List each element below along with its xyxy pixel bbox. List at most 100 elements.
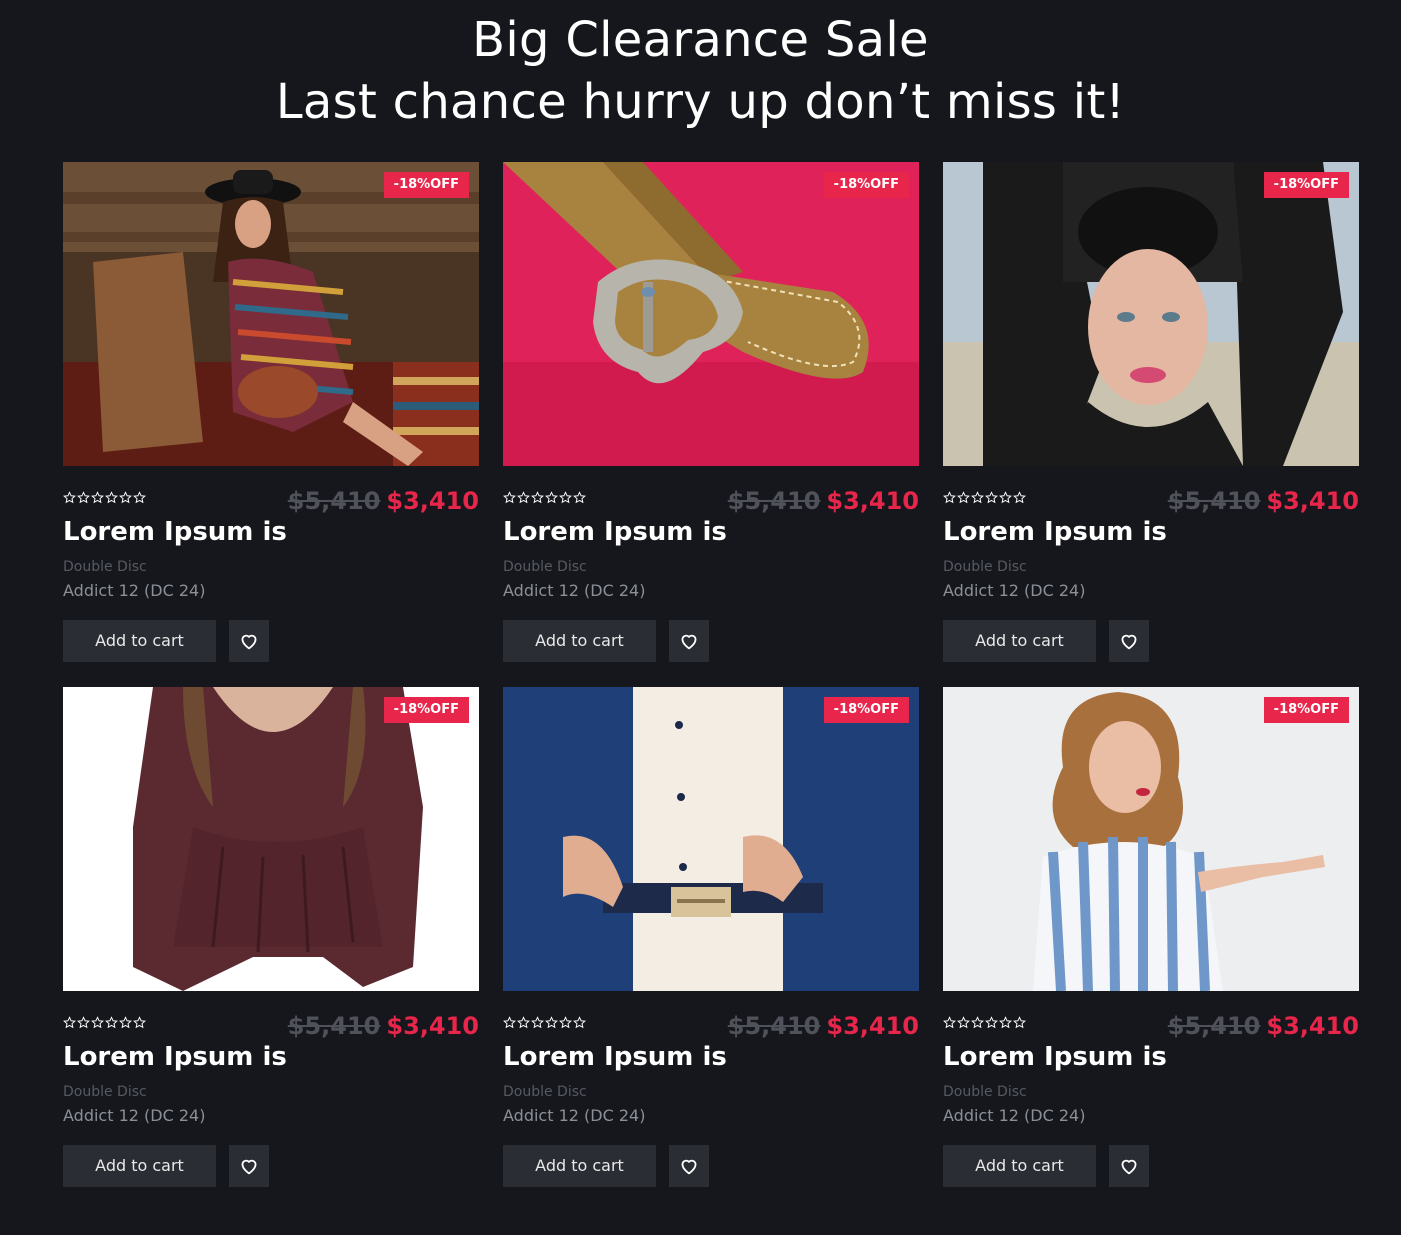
price-block: $5,410 $3,410 — [288, 1009, 479, 1043]
price-block: $5,410 $3,410 — [1168, 484, 1359, 518]
star-outline-icon — [545, 491, 558, 504]
star-outline-icon — [943, 491, 956, 504]
product-card: -18%OFF $5,410 $3,410 Lorem Ipsum is Doub… — [503, 687, 919, 1187]
price-block: $5,410 $3,410 — [728, 1009, 919, 1043]
wishlist-button[interactable] — [669, 620, 709, 662]
sale-heading: Big Clearance Sale Last chance hurry up … — [0, 12, 1401, 134]
star-outline-icon — [971, 1016, 984, 1029]
product-image[interactable]: -18%OFF — [63, 162, 479, 466]
product-subtitle: Double Disc — [63, 559, 147, 575]
star-outline-icon — [119, 1016, 132, 1029]
star-outline-icon — [985, 1016, 998, 1029]
product-subtitle: Double Disc — [63, 1084, 147, 1100]
woman-striped-dress-photo — [63, 162, 479, 466]
star-outline-icon — [971, 491, 984, 504]
star-outline-icon — [77, 1016, 90, 1029]
star-outline-icon — [943, 1016, 956, 1029]
sale-price: $3,410 — [1266, 487, 1359, 515]
star-outline-icon — [957, 491, 970, 504]
star-outline-icon — [1013, 491, 1026, 504]
product-title[interactable]: Lorem Ipsum is — [63, 514, 287, 550]
star-outline-icon — [503, 491, 516, 504]
price-block: $5,410 $3,410 — [288, 484, 479, 518]
star-outline-icon — [63, 1016, 76, 1029]
product-title[interactable]: Lorem Ipsum is — [503, 1039, 727, 1075]
product-detail: Addict 12 (DC 24) — [943, 1106, 1086, 1125]
product-detail: Addict 12 (DC 24) — [63, 581, 206, 600]
price-block: $5,410 $3,410 — [1168, 1009, 1359, 1043]
star-rating — [943, 491, 1026, 504]
man-suit-belt-photo — [503, 687, 919, 991]
star-outline-icon — [77, 491, 90, 504]
star-outline-icon — [91, 1016, 104, 1029]
old-price: $5,410 — [287, 487, 381, 515]
star-outline-icon — [105, 1016, 118, 1029]
add-to-cart-button[interactable]: Add to cart — [503, 620, 656, 662]
heart-icon — [241, 1159, 257, 1175]
wishlist-button[interactable] — [229, 1145, 269, 1187]
star-outline-icon — [999, 1016, 1012, 1029]
heart-icon — [681, 634, 697, 650]
discount-badge: -18%OFF — [823, 172, 909, 198]
product-card: -18%OFF $5,410 $3,410 Lorem Ipsum is Doub… — [63, 687, 479, 1187]
star-rating — [63, 1016, 146, 1029]
product-subtitle: Double Disc — [503, 1084, 587, 1100]
price-block: $5,410 $3,410 — [728, 484, 919, 518]
product-detail: Addict 12 (DC 24) — [943, 581, 1086, 600]
burgundy-blouse-photo — [63, 687, 479, 991]
discount-badge: -18%OFF — [823, 697, 909, 723]
product-title[interactable]: Lorem Ipsum is — [503, 514, 727, 550]
star-outline-icon — [531, 1016, 544, 1029]
add-to-cart-button[interactable]: Add to cart — [943, 1145, 1096, 1187]
star-outline-icon — [985, 491, 998, 504]
sale-price: $3,410 — [386, 1012, 479, 1040]
star-outline-icon — [1013, 1016, 1026, 1029]
sale-price: $3,410 — [826, 1012, 919, 1040]
star-outline-icon — [545, 1016, 558, 1029]
product-card: -18%OFF $5,410 $3,410 Lorem Ipsum is Doub… — [943, 162, 1359, 662]
product-image[interactable]: -18%OFF — [943, 687, 1359, 991]
star-outline-icon — [573, 491, 586, 504]
star-outline-icon — [957, 1016, 970, 1029]
discount-badge: -18%OFF — [383, 172, 469, 198]
product-image[interactable]: -18%OFF — [503, 687, 919, 991]
product-subtitle: Double Disc — [943, 559, 1027, 575]
star-outline-icon — [503, 1016, 516, 1029]
wishlist-button[interactable] — [1109, 1145, 1149, 1187]
star-outline-icon — [133, 1016, 146, 1029]
add-to-cart-button[interactable]: Add to cart — [63, 620, 216, 662]
star-outline-icon — [999, 491, 1012, 504]
star-outline-icon — [133, 491, 146, 504]
product-image[interactable]: -18%OFF — [943, 162, 1359, 466]
star-outline-icon — [559, 491, 572, 504]
wishlist-button[interactable] — [669, 1145, 709, 1187]
product-title[interactable]: Lorem Ipsum is — [943, 1039, 1167, 1075]
heart-icon — [1121, 1159, 1137, 1175]
product-detail: Addict 12 (DC 24) — [63, 1106, 206, 1125]
sale-price: $3,410 — [386, 487, 479, 515]
product-title[interactable]: Lorem Ipsum is — [63, 1039, 287, 1075]
product-title[interactable]: Lorem Ipsum is — [943, 514, 1167, 550]
star-rating — [503, 491, 586, 504]
star-rating — [943, 1016, 1026, 1029]
sale-title: Big Clearance Sale — [472, 12, 929, 68]
add-to-cart-button[interactable]: Add to cart — [63, 1145, 216, 1187]
add-to-cart-button[interactable]: Add to cart — [503, 1145, 656, 1187]
product-card: -18%OFF $5,410 $3,410 Lorem Ipsum is Doub… — [503, 162, 919, 662]
product-detail: Addict 12 (DC 24) — [503, 581, 646, 600]
old-price: $5,410 — [1167, 1012, 1261, 1040]
add-to-cart-button[interactable]: Add to cart — [943, 620, 1096, 662]
star-outline-icon — [63, 491, 76, 504]
product-image[interactable]: -18%OFF — [63, 687, 479, 991]
product-image[interactable]: -18%OFF — [503, 162, 919, 466]
page: Big Clearance Sale Last chance hurry up … — [0, 0, 1401, 1235]
suede-buckle-photo — [503, 162, 919, 466]
old-price: $5,410 — [727, 487, 821, 515]
product-subtitle: Double Disc — [503, 559, 587, 575]
old-price: $5,410 — [1167, 487, 1261, 515]
wishlist-button[interactable] — [229, 620, 269, 662]
star-outline-icon — [517, 491, 530, 504]
product-subtitle: Double Disc — [943, 1084, 1027, 1100]
heart-icon — [1121, 634, 1137, 650]
wishlist-button[interactable] — [1109, 620, 1149, 662]
